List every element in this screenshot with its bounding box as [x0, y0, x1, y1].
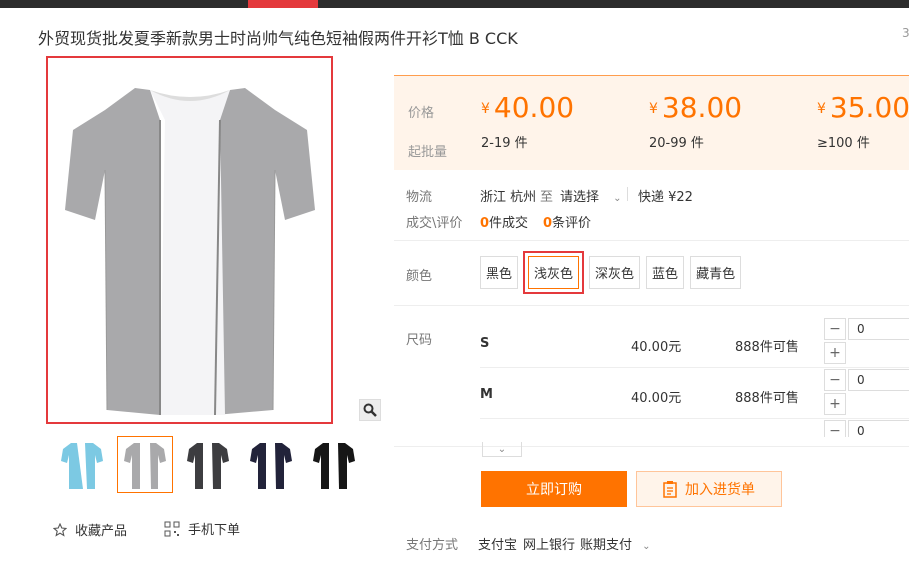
expand-sizes-button[interactable]: ⌄	[482, 442, 522, 457]
color-option[interactable]: 黑色	[480, 256, 519, 289]
increment-button[interactable]: +	[824, 342, 846, 364]
size-price: 40.00元	[631, 391, 682, 406]
mobile-order-link[interactable]: 手机下单	[164, 519, 240, 538]
quantity-input[interactable]: 0	[848, 318, 909, 340]
price-label: 价格	[408, 106, 435, 121]
tier-price: 35.00	[829, 91, 909, 124]
size-row-partial: − 0	[480, 420, 909, 437]
price-tier: ¥40.00 2-19 件	[481, 91, 574, 151]
section-divider	[394, 240, 909, 241]
tier-range: 2-19 件	[481, 136, 528, 151]
price-tier: ¥35.00 ≥100 件	[817, 91, 909, 151]
mobile-order-label: 手机下单	[188, 523, 241, 538]
chevron-down-icon: ⌄	[613, 193, 622, 204]
tier-range: ≥100 件	[817, 136, 870, 151]
payment-method: 网上银行	[523, 538, 576, 553]
size-name: M	[480, 387, 493, 402]
zoom-icon[interactable]	[359, 399, 381, 421]
tshirt-image	[64, 88, 315, 416]
size-stock: 888件可售	[735, 340, 799, 355]
tier-price: 38.00	[661, 91, 743, 124]
qrcode-icon	[164, 521, 180, 536]
add-to-cart-button[interactable]: 加入进货单	[636, 471, 782, 507]
deals-stat[interactable]: 0件成交	[480, 212, 528, 231]
shipping-separator	[627, 187, 628, 201]
min-order-label: 起批量	[408, 145, 448, 160]
order-now-button[interactable]: 立即订购	[481, 471, 627, 507]
price-panel: 价格 起批量 ¥40.00 2-19 件 ¥38.00 20-99 件 ¥35.…	[394, 75, 909, 170]
decrement-button[interactable]: −	[824, 369, 846, 391]
currency-symbol: ¥	[481, 101, 490, 117]
product-title: 外贸现货批发夏季新款男士时尚帅气纯色短袖假两件开衫T恤 B CCK	[38, 29, 518, 48]
color-label: 颜色	[406, 269, 433, 284]
size-row: S 40.00元 888件可售 − 0 +	[480, 318, 909, 368]
increment-button[interactable]: +	[824, 393, 846, 415]
section-divider	[394, 305, 909, 306]
deals-text: 件成交	[489, 216, 529, 231]
payment-method-dropdown[interactable]: 账期支付 ⌄	[580, 534, 651, 553]
color-options: 黑色 浅灰色 深灰色 蓝色 藏青色	[480, 251, 742, 294]
quantity-input[interactable]: 0	[848, 420, 909, 437]
reviews-stat[interactable]: 0条评价	[543, 212, 591, 231]
shipping-destination-select[interactable]: 请选择 ⌄	[560, 186, 622, 205]
add-to-cart-label: 加入进货单	[685, 482, 755, 498]
row-divider	[480, 367, 909, 368]
thumbnail-light-blue[interactable]	[54, 436, 110, 493]
clipboard-icon	[663, 481, 677, 498]
size-stock: 888件可售	[735, 391, 799, 406]
payment-method: 账期支付	[580, 538, 633, 553]
reviews-count: 0	[543, 216, 553, 231]
row-divider	[480, 418, 909, 419]
payment-label: 支付方式	[406, 538, 459, 553]
chevron-down-icon: ⌄	[497, 443, 507, 455]
chevron-down-icon: ⌄	[642, 541, 651, 552]
favorite-product-link[interactable]: 收藏产品	[53, 520, 127, 539]
currency-symbol: ¥	[649, 101, 658, 117]
shipping-label: 物流	[406, 190, 433, 205]
star-icon	[53, 522, 67, 537]
price-tier: ¥38.00 20-99 件	[649, 91, 742, 151]
color-option[interactable]: 蓝色	[646, 256, 685, 289]
transactions-label: 成交\评价	[406, 216, 463, 231]
decrement-button[interactable]: −	[824, 318, 846, 340]
size-row: M 40.00元 888件可售 − 0 +	[480, 369, 909, 419]
quantity-input[interactable]: 0	[848, 369, 909, 391]
shipping-from: 浙江 杭州	[480, 190, 537, 205]
color-option-selected[interactable]: 浅灰色	[523, 251, 585, 294]
thumbnail-light-gray[interactable]	[117, 436, 173, 493]
thumbnail-dark-gray[interactable]	[180, 436, 236, 493]
tier-range: 20-99 件	[649, 136, 704, 151]
deals-count: 0	[480, 216, 490, 231]
shipping-method: 快递 ¥22	[638, 190, 693, 205]
currency-symbol: ¥	[817, 101, 826, 117]
destination-value: 请选择	[560, 190, 600, 205]
tier-price: 40.00	[493, 91, 575, 124]
thumbnail-black[interactable]	[306, 436, 362, 493]
color-option[interactable]: 藏青色	[690, 256, 742, 289]
favorite-label: 收藏产品	[75, 524, 128, 539]
shipping-to-label: 至	[540, 190, 554, 205]
reviews-text: 条评价	[552, 216, 592, 231]
main-product-image[interactable]	[46, 56, 333, 424]
color-option[interactable]: 深灰色	[589, 256, 641, 289]
top-nav-active-tab[interactable]	[248, 0, 318, 8]
title-overflow-text: 3	[902, 26, 909, 40]
top-nav-bar	[0, 0, 909, 8]
payment-method: 支付宝	[478, 538, 518, 553]
section-divider	[394, 446, 909, 447]
decrement-button[interactable]: −	[824, 420, 846, 437]
size-name: S	[480, 336, 490, 351]
size-price: 40.00元	[631, 340, 682, 355]
thumbnail-list	[54, 436, 362, 493]
size-label: 尺码	[406, 333, 433, 348]
thumbnail-navy[interactable]	[243, 436, 299, 493]
